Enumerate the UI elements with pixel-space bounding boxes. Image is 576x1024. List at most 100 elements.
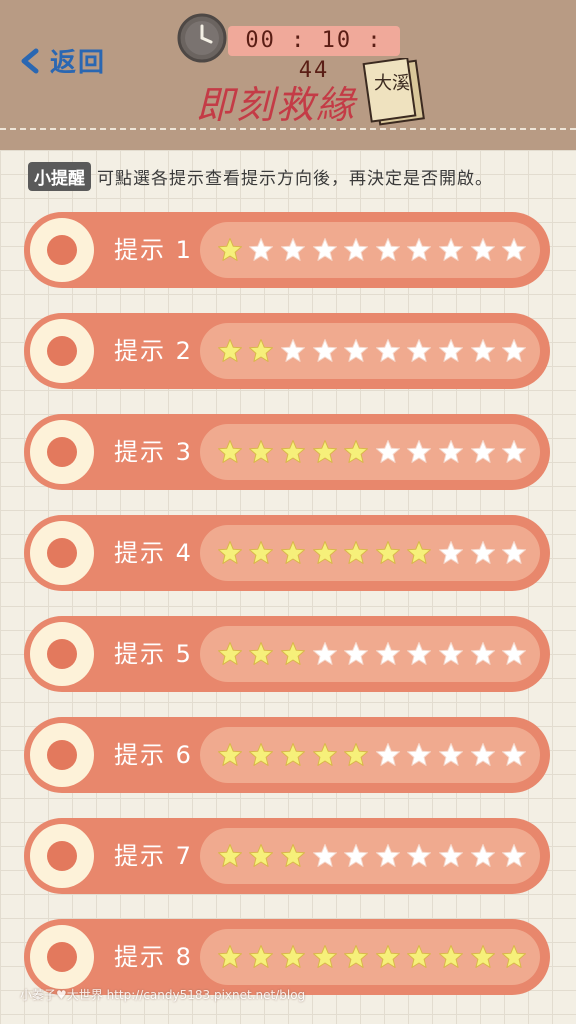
star-filled-icon	[404, 943, 436, 971]
hint-row-6[interactable]: 提示 6	[24, 717, 550, 793]
hint-radio-icon[interactable]	[30, 925, 94, 989]
hint-radio-dot	[47, 336, 77, 366]
star-empty-icon	[467, 236, 499, 264]
reminder-tag: 小提醒	[28, 162, 91, 191]
star-filled-icon	[309, 539, 341, 567]
hint-radio-icon[interactable]	[30, 319, 94, 383]
star-empty-icon	[435, 640, 467, 668]
star-filled-icon	[214, 741, 246, 769]
star-filled-icon	[214, 842, 246, 870]
star-filled-icon	[277, 438, 309, 466]
star-filled-icon	[467, 943, 499, 971]
star-filled-icon	[277, 842, 309, 870]
star-empty-icon	[309, 640, 341, 668]
reminder-bar: 小提醒 可點選各提示查看提示方向後，再決定是否開啟。	[28, 162, 493, 191]
star-empty-icon	[404, 741, 436, 769]
star-empty-icon	[498, 741, 530, 769]
star-empty-icon	[498, 438, 530, 466]
back-button[interactable]: 返回	[16, 42, 106, 79]
star-empty-icon	[340, 337, 372, 365]
hint-radio-icon[interactable]	[30, 622, 94, 686]
difficulty-stars	[200, 323, 540, 379]
star-filled-icon	[214, 438, 246, 466]
hint-row-5[interactable]: 提示 5	[24, 616, 550, 692]
star-empty-icon	[309, 337, 341, 365]
hint-label: 提示 5	[114, 640, 193, 668]
star-empty-icon	[309, 236, 341, 264]
hint-radio-icon[interactable]	[30, 521, 94, 585]
hint-label: 提示 4	[114, 539, 193, 567]
star-filled-icon	[340, 943, 372, 971]
hint-row-3[interactable]: 提示 3	[24, 414, 550, 490]
clock-icon	[177, 13, 227, 63]
hint-label: 提示 3	[114, 438, 193, 466]
hint-row-8[interactable]: 提示 8	[24, 919, 550, 995]
star-filled-icon	[404, 539, 436, 567]
star-empty-icon	[277, 337, 309, 365]
hint-row-2[interactable]: 提示 2	[24, 313, 550, 389]
star-filled-icon	[246, 337, 278, 365]
star-empty-icon	[435, 438, 467, 466]
star-empty-icon	[467, 337, 499, 365]
star-empty-icon	[372, 337, 404, 365]
hint-row-7[interactable]: 提示 7	[24, 818, 550, 894]
reminder-text: 可點選各提示查看提示方向後，再決定是否開啟。	[97, 169, 493, 189]
difficulty-stars	[200, 929, 540, 985]
star-empty-icon	[498, 236, 530, 264]
star-empty-icon	[372, 842, 404, 870]
hint-radio-icon[interactable]	[30, 723, 94, 787]
hint-radio-dot	[47, 639, 77, 669]
star-empty-icon	[435, 539, 467, 567]
difficulty-stars	[200, 424, 540, 480]
star-empty-icon	[435, 236, 467, 264]
hint-radio-dot	[47, 942, 77, 972]
star-filled-icon	[340, 438, 372, 466]
star-filled-icon	[277, 640, 309, 668]
star-empty-icon	[404, 438, 436, 466]
hint-radio-dot	[47, 235, 77, 265]
star-empty-icon	[404, 640, 436, 668]
countdown-timer: 00 : 10 : 44	[228, 26, 400, 83]
star-filled-icon	[277, 539, 309, 567]
star-filled-icon	[214, 539, 246, 567]
star-filled-icon	[309, 741, 341, 769]
hint-radio-icon[interactable]	[30, 218, 94, 282]
star-filled-icon	[309, 438, 341, 466]
difficulty-stars	[200, 828, 540, 884]
hint-label: 提示 8	[114, 943, 193, 971]
star-empty-icon	[372, 741, 404, 769]
star-filled-icon	[214, 640, 246, 668]
star-empty-icon	[309, 842, 341, 870]
chevron-left-icon	[21, 48, 39, 73]
star-filled-icon	[340, 741, 372, 769]
star-empty-icon	[372, 640, 404, 668]
star-empty-icon	[435, 741, 467, 769]
star-filled-icon	[214, 337, 246, 365]
star-filled-icon	[214, 236, 246, 264]
star-empty-icon	[467, 741, 499, 769]
star-filled-icon	[277, 741, 309, 769]
star-empty-icon	[498, 640, 530, 668]
star-empty-icon	[435, 337, 467, 365]
hint-row-1[interactable]: 提示 1	[24, 212, 550, 288]
star-empty-icon	[340, 842, 372, 870]
hint-radio-icon[interactable]	[30, 420, 94, 484]
watermark: 小蓁子♥大世界 http://candy5183.pixnet.net/blog	[20, 988, 306, 1002]
star-filled-icon	[246, 539, 278, 567]
star-empty-icon	[404, 842, 436, 870]
hint-row-4[interactable]: 提示 4	[24, 515, 550, 591]
difficulty-stars	[200, 727, 540, 783]
star-empty-icon	[498, 337, 530, 365]
star-empty-icon	[498, 539, 530, 567]
ticket-label: 大溪	[374, 73, 410, 94]
star-empty-icon	[340, 640, 372, 668]
hint-radio-icon[interactable]	[30, 824, 94, 888]
star-empty-icon	[467, 539, 499, 567]
star-empty-icon	[467, 438, 499, 466]
star-filled-icon	[340, 539, 372, 567]
star-filled-icon	[246, 943, 278, 971]
hint-label: 提示 6	[114, 741, 193, 769]
star-empty-icon	[372, 236, 404, 264]
star-empty-icon	[467, 842, 499, 870]
hint-label: 提示 7	[114, 842, 193, 870]
